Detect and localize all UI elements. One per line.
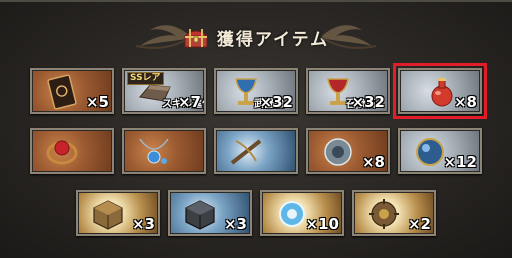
item-quantity: ×3 (223, 215, 247, 233)
reward-item-blue-orb[interactable]: ×12 (398, 128, 482, 174)
reward-item-skill-stone[interactable]: SSレア スキル進化 ×7 (122, 68, 206, 114)
reward-item-red-ring[interactable] (30, 128, 114, 174)
item-quantity: ×12 (443, 153, 477, 171)
reward-item-emblem[interactable]: ×8 (306, 128, 390, 174)
item-quantity: ×3 (131, 215, 155, 233)
item-quantity: ×32 (351, 93, 385, 111)
dark-cube-icon (185, 200, 215, 230)
dialog-header: 獲得アイテム (0, 16, 512, 56)
reward-item-summon-stone[interactable]: 召喚石 ×32 (306, 68, 390, 114)
dialog-title: 獲得アイテム (172, 24, 340, 50)
blue-pendant-icon (139, 138, 169, 164)
item-quantity: ×8 (453, 93, 477, 111)
reward-item-book[interactable]: ×5 (30, 68, 114, 114)
item-quantity: ×10 (305, 215, 339, 233)
item-acquisition-dialog: 獲得アイテム ×5 SSレア スキル進化 ×7 武器強 ×32 (0, 0, 512, 258)
reward-item-crystal-orb[interactable]: ×10 (260, 190, 344, 236)
item-quantity: ×5 (85, 93, 109, 111)
reward-item-crossbow[interactable] (214, 128, 298, 174)
item-quantity: ×2 (407, 215, 431, 233)
gear-icon (369, 199, 399, 229)
reward-item-gear[interactable]: ×2 (352, 190, 436, 236)
reward-item-blue-pendant[interactable] (122, 128, 206, 174)
item-quantity: ×32 (259, 93, 293, 111)
red-gem-ring-icon (46, 140, 78, 165)
reward-item-gold-cube[interactable]: ×3 (76, 190, 160, 236)
gold-cube-icon (93, 200, 123, 230)
dialog-title-text: 獲得アイテム (216, 29, 330, 50)
treasure-chest-icon (183, 29, 209, 48)
reward-item-dark-cube[interactable]: ×3 (168, 190, 252, 236)
item-quantity: ×7 (177, 93, 201, 111)
right-ornament-icon (321, 25, 377, 49)
reward-item-potion[interactable]: ×8 (393, 63, 487, 119)
spellbook-icon (47, 74, 77, 110)
emblem-icon (324, 138, 352, 166)
crossbow-icon (230, 139, 262, 165)
reward-item-weapon-stone[interactable]: 武器強 ×32 (214, 68, 298, 114)
item-quantity: ×8 (361, 153, 385, 171)
